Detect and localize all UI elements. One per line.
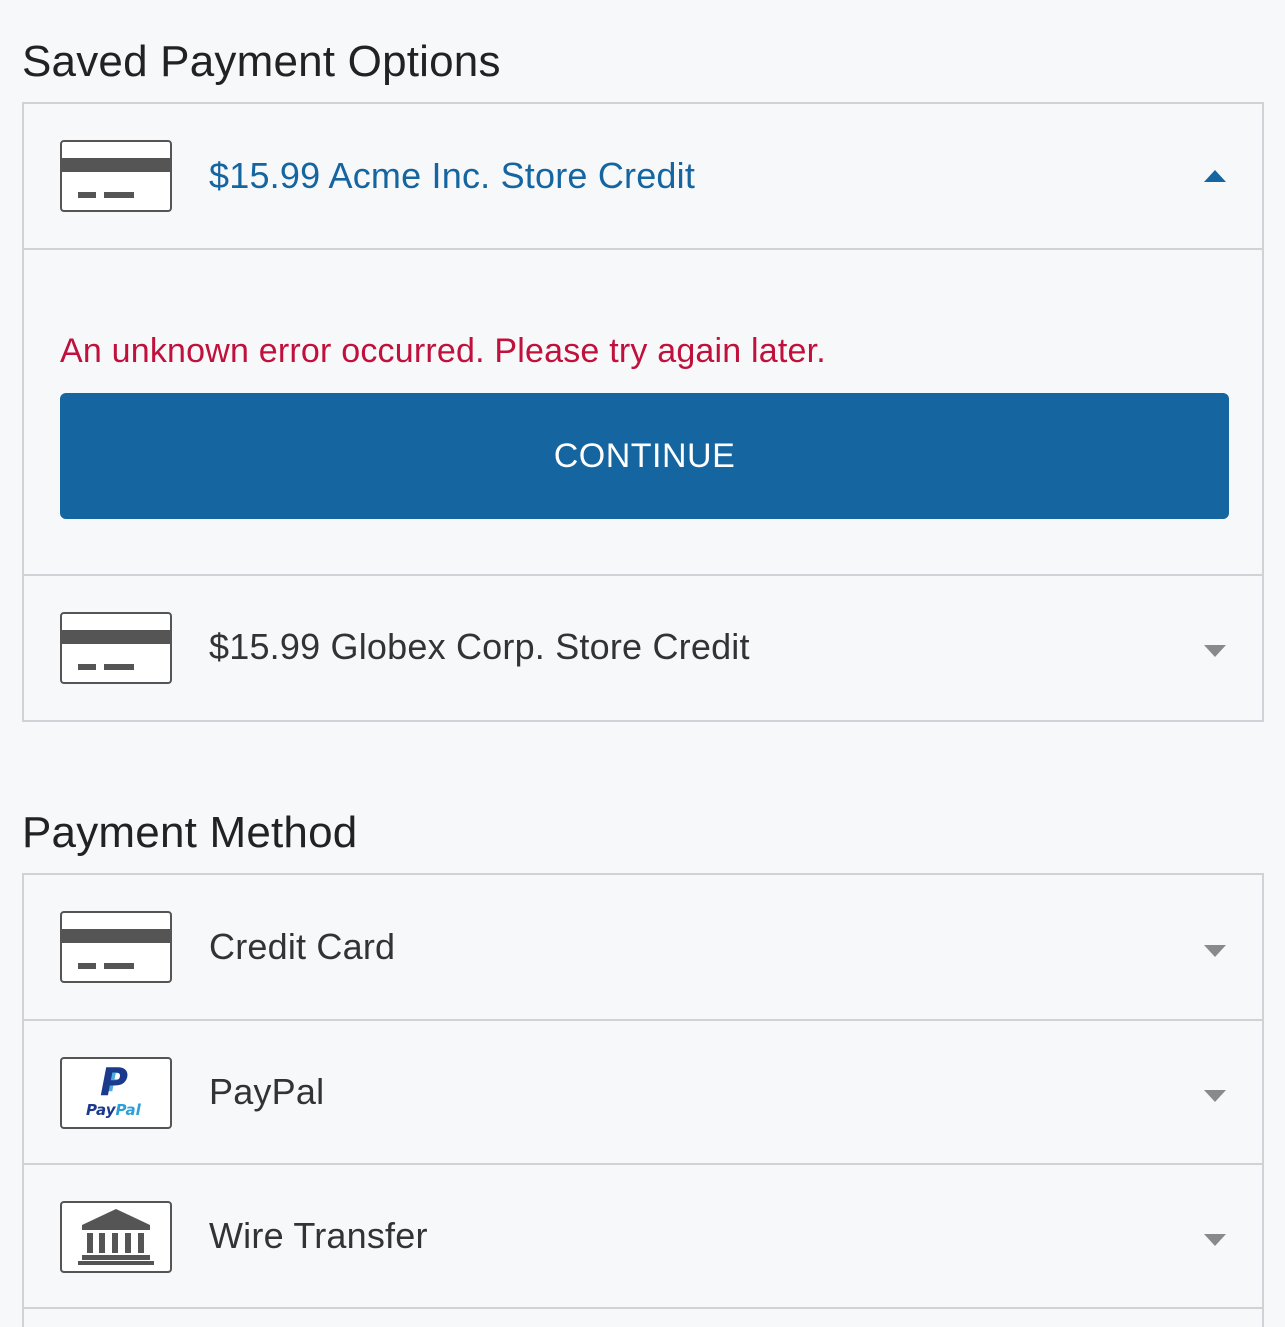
chevron-down-icon[interactable]	[1204, 1090, 1226, 1102]
payment-method-credit-card[interactable]: Credit Card	[24, 875, 1262, 1019]
credit-card-icon	[60, 140, 172, 212]
saved-option-acme[interactable]: $15.99 Acme Inc. Store Credit	[24, 104, 1262, 248]
chevron-down-icon[interactable]	[1204, 645, 1226, 657]
chevron-down-icon[interactable]	[1204, 945, 1226, 957]
payment-method-label: Wire Transfer	[209, 1215, 428, 1256]
payment-method-label: Credit Card	[209, 926, 396, 967]
saved-option-label: $15.99 Globex Corp. Store Credit	[209, 626, 750, 667]
payment-method-paypal[interactable]: P P PayPal PayPal	[24, 1019, 1262, 1163]
saved-option-globex[interactable]: $15.99 Globex Corp. Store Credit	[24, 574, 1262, 718]
saved-payment-options-title: Saved Payment Options	[22, 37, 501, 86]
payment-method-label: PayPal	[209, 1071, 325, 1112]
payment-method-title: Payment Method	[22, 808, 358, 857]
continue-button[interactable]: CONTINUE	[60, 393, 1229, 519]
payment-page: Saved Payment Options $15.99 Acme Inc. S…	[0, 0, 1285, 1327]
saved-option-label: $15.99 Acme Inc. Store Credit	[209, 155, 696, 196]
saved-option-acme-details: An unknown error occurred. Please try ag…	[24, 248, 1262, 574]
error-message: An unknown error occurred. Please try ag…	[60, 332, 826, 370]
credit-card-icon	[60, 911, 172, 983]
chevron-down-icon[interactable]	[1204, 1234, 1226, 1246]
saved-payment-options-panel: $15.99 Acme Inc. Store Credit An unknown…	[22, 102, 1264, 722]
credit-card-icon	[60, 612, 172, 684]
payment-method-next-row	[24, 1307, 1262, 1327]
chevron-up-icon[interactable]	[1204, 170, 1226, 182]
bank-icon	[60, 1201, 172, 1273]
payment-method-wire-transfer[interactable]: Wire Transfer	[24, 1163, 1262, 1307]
payment-method-panel: Credit Card P P PayPal PayPal Wire Trans…	[22, 873, 1264, 1327]
paypal-icon: P P PayPal	[60, 1057, 172, 1129]
